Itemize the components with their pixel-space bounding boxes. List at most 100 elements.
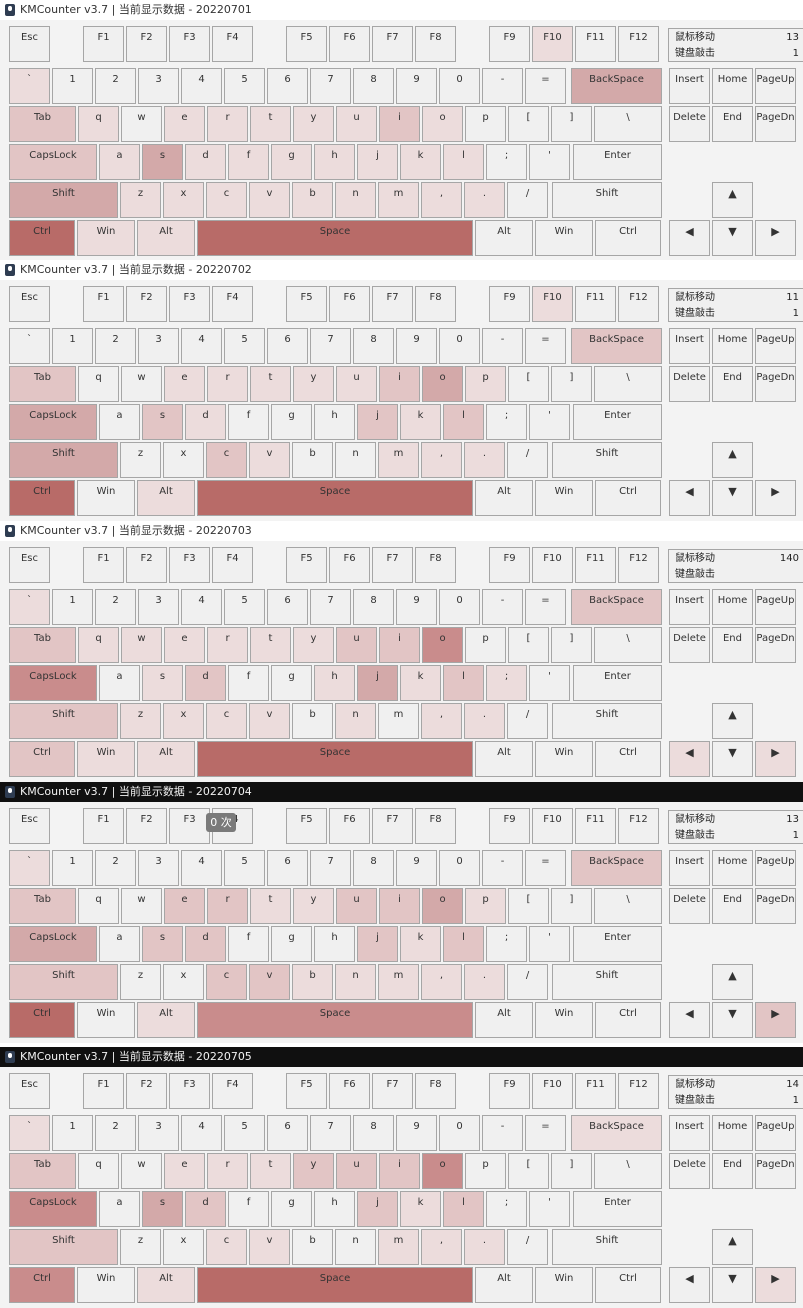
key-g[interactable]: g — [271, 144, 312, 180]
key-slash[interactable]: / — [507, 703, 548, 739]
key-pagedn[interactable]: PageDn — [755, 1153, 796, 1189]
key-p[interactable]: p — [465, 366, 506, 402]
key-f5[interactable]: F5 — [286, 286, 327, 322]
key-f10[interactable]: F10 — [532, 547, 573, 583]
key-right-alt[interactable]: Alt — [475, 1002, 533, 1038]
key-right-bracket[interactable]: ] — [551, 1153, 592, 1189]
key-c[interactable]: c — [206, 703, 247, 739]
key-delete[interactable]: Delete — [669, 366, 710, 402]
key-f7[interactable]: F7 — [372, 286, 413, 322]
key-d[interactable]: d — [185, 404, 226, 440]
key-q[interactable]: q — [78, 627, 119, 663]
key-c[interactable]: c — [206, 442, 247, 478]
key-f3[interactable]: F3 — [169, 547, 210, 583]
key-backspace[interactable]: BackSpace — [571, 68, 662, 104]
key-k[interactable]: k — [400, 404, 441, 440]
key-0[interactable]: 0 — [439, 68, 480, 104]
key-h[interactable]: h — [314, 404, 355, 440]
key-2[interactable]: 2 — [95, 1115, 136, 1151]
key-5[interactable]: 5 — [224, 68, 265, 104]
key-f9[interactable]: F9 — [489, 1073, 530, 1109]
key-equal[interactable]: = — [525, 850, 566, 886]
key-f11[interactable]: F11 — [575, 26, 616, 62]
key-quote[interactable]: ' — [529, 665, 570, 701]
key-delete[interactable]: Delete — [669, 1153, 710, 1189]
key-i[interactable]: i — [379, 888, 420, 924]
key-shift[interactable]: Shift — [9, 703, 118, 739]
key-u[interactable]: u — [336, 627, 377, 663]
key-k[interactable]: k — [400, 926, 441, 962]
key-w[interactable]: w — [121, 888, 162, 924]
key-8[interactable]: 8 — [353, 1115, 394, 1151]
key-o[interactable]: o — [422, 888, 463, 924]
key-f7[interactable]: F7 — [372, 26, 413, 62]
key-comma[interactable]: , — [421, 442, 462, 478]
key-c[interactable]: c — [206, 964, 247, 1000]
key-4[interactable]: 4 — [181, 850, 222, 886]
key-esc[interactable]: Esc — [9, 26, 50, 62]
key-k[interactable]: k — [400, 1191, 441, 1227]
key-f8[interactable]: F8 — [415, 1073, 456, 1109]
key-comma[interactable]: , — [421, 182, 462, 218]
key-i[interactable]: i — [379, 627, 420, 663]
key-up-arrow[interactable]: ▲ — [712, 182, 753, 218]
key-f12[interactable]: F12 — [618, 808, 659, 844]
key-f4[interactable]: F4 — [212, 286, 253, 322]
key-q[interactable]: q — [78, 366, 119, 402]
key-w[interactable]: w — [121, 627, 162, 663]
key-right-alt[interactable]: Alt — [475, 220, 533, 256]
key-semicolon[interactable]: ; — [486, 665, 527, 701]
key-3[interactable]: 3 — [138, 589, 179, 625]
key-y[interactable]: y — [293, 1153, 334, 1189]
key-n[interactable]: n — [335, 182, 376, 218]
key-f[interactable]: f — [228, 926, 269, 962]
key-right-bracket[interactable]: ] — [551, 366, 592, 402]
key-g[interactable]: g — [271, 926, 312, 962]
key-s[interactable]: s — [142, 1191, 183, 1227]
key-v[interactable]: v — [249, 442, 290, 478]
key-slash[interactable]: / — [507, 964, 548, 1000]
key-comma[interactable]: , — [421, 703, 462, 739]
key-x[interactable]: x — [163, 964, 204, 1000]
key-f12[interactable]: F12 — [618, 26, 659, 62]
window-titlebar[interactable]: KMCounter v3.7 | 当前显示数据 - 20220703 — [0, 521, 803, 541]
key-f1[interactable]: F1 — [83, 1073, 124, 1109]
key-r[interactable]: r — [207, 627, 248, 663]
key-h[interactable]: h — [314, 665, 355, 701]
key-a[interactable]: a — [99, 404, 140, 440]
key-f6[interactable]: F6 — [329, 547, 370, 583]
key-down-arrow[interactable]: ▼ — [712, 220, 753, 256]
key-minus[interactable]: - — [482, 589, 523, 625]
key-4[interactable]: 4 — [181, 68, 222, 104]
window-titlebar[interactable]: KMCounter v3.7 | 当前显示数据 - 20220704 — [0, 782, 803, 802]
key-end[interactable]: End — [712, 627, 753, 663]
key-4[interactable]: 4 — [181, 1115, 222, 1151]
key-right-ctrl[interactable]: Ctrl — [595, 480, 661, 516]
key-i[interactable]: i — [379, 106, 420, 142]
key-quote[interactable]: ' — [529, 144, 570, 180]
key-f12[interactable]: F12 — [618, 1073, 659, 1109]
key-period[interactable]: . — [464, 182, 505, 218]
key-grave[interactable]: ` — [9, 328, 50, 364]
key-c[interactable]: c — [206, 1229, 247, 1265]
key-1[interactable]: 1 — [52, 68, 93, 104]
key-f10[interactable]: F10 — [532, 26, 573, 62]
key-shift[interactable]: Shift — [9, 442, 118, 478]
key-h[interactable]: h — [314, 144, 355, 180]
key-f8[interactable]: F8 — [415, 286, 456, 322]
key-t[interactable]: t — [250, 627, 291, 663]
key-t[interactable]: t — [250, 366, 291, 402]
key-alt[interactable]: Alt — [137, 1267, 195, 1303]
key-end[interactable]: End — [712, 106, 753, 142]
key-down-arrow[interactable]: ▼ — [712, 480, 753, 516]
key-equal[interactable]: = — [525, 68, 566, 104]
key-u[interactable]: u — [336, 1153, 377, 1189]
key-pageup[interactable]: PageUp — [755, 68, 796, 104]
key-up-arrow[interactable]: ▲ — [712, 703, 753, 739]
key-backslash[interactable]: \ — [594, 627, 662, 663]
key-f6[interactable]: F6 — [329, 26, 370, 62]
key-f1[interactable]: F1 — [83, 808, 124, 844]
key-u[interactable]: u — [336, 106, 377, 142]
key-f7[interactable]: F7 — [372, 547, 413, 583]
key-f3[interactable]: F3 — [169, 286, 210, 322]
